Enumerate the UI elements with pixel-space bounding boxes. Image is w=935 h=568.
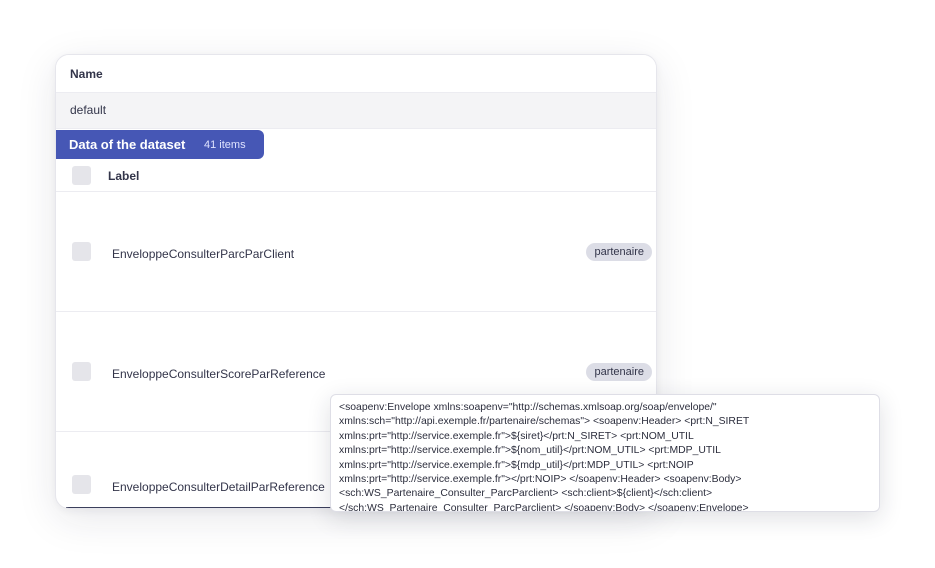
dataset-name-value: default xyxy=(70,103,107,117)
tooltip-line: <soapenv:Envelope xmlns:soapenv="http://… xyxy=(339,402,717,413)
tooltip-line: xmlns:prt="http://service.exemple.fr">${… xyxy=(339,430,694,442)
row-label: EnveloppeConsulterDetailParReference xyxy=(112,480,325,494)
dataset-item-count: 41 items xyxy=(204,139,246,151)
soap-envelope-tooltip: <soapenv:Envelope xmlns:soapenv="http://… xyxy=(330,394,880,512)
select-all-checkbox[interactable] xyxy=(72,166,91,185)
row-checkbox[interactable] xyxy=(72,362,91,381)
row-label: EnveloppeConsulterScoreParReference xyxy=(112,367,326,381)
tooltip-line: </sch:WS_Partenaire_Consulter_ParcParcli… xyxy=(339,502,749,512)
label-column-header: Label xyxy=(56,159,656,192)
table-row[interactable]: EnveloppeConsulterParcParClient partenai… xyxy=(56,192,656,312)
dataset-name-row[interactable]: default xyxy=(56,93,656,129)
tooltip-line: <sch:WS_Partenaire_Consulter_ParcParclie… xyxy=(339,488,713,500)
tooltip-line: xmlns:sch="http://api.exemple.fr/partena… xyxy=(339,416,750,428)
name-column-header: Name xyxy=(56,55,656,93)
row-label: EnveloppeConsulterParcParClient xyxy=(112,247,295,261)
tooltip-line: xmlns:prt="http://service.exemple.fr"></… xyxy=(339,474,742,486)
dataset-tab-title: Data of the dataset xyxy=(69,137,186,152)
row-tag: partenaire xyxy=(586,243,652,261)
label-header-text: Label xyxy=(108,169,140,183)
screen: Name default Data of the dataset 41 item… xyxy=(0,0,935,568)
tooltip-line: xmlns:prt="http://service.exemple.fr">${… xyxy=(339,459,694,471)
dataset-data-tab[interactable]: Data of the dataset 41 items xyxy=(56,130,264,159)
row-checkbox[interactable] xyxy=(72,475,91,494)
row-checkbox[interactable] xyxy=(72,242,91,261)
name-header-label: Name xyxy=(70,67,103,81)
row-tag: partenaire xyxy=(586,363,652,381)
tooltip-line: xmlns:prt="http://service.exemple.fr">${… xyxy=(339,445,721,457)
